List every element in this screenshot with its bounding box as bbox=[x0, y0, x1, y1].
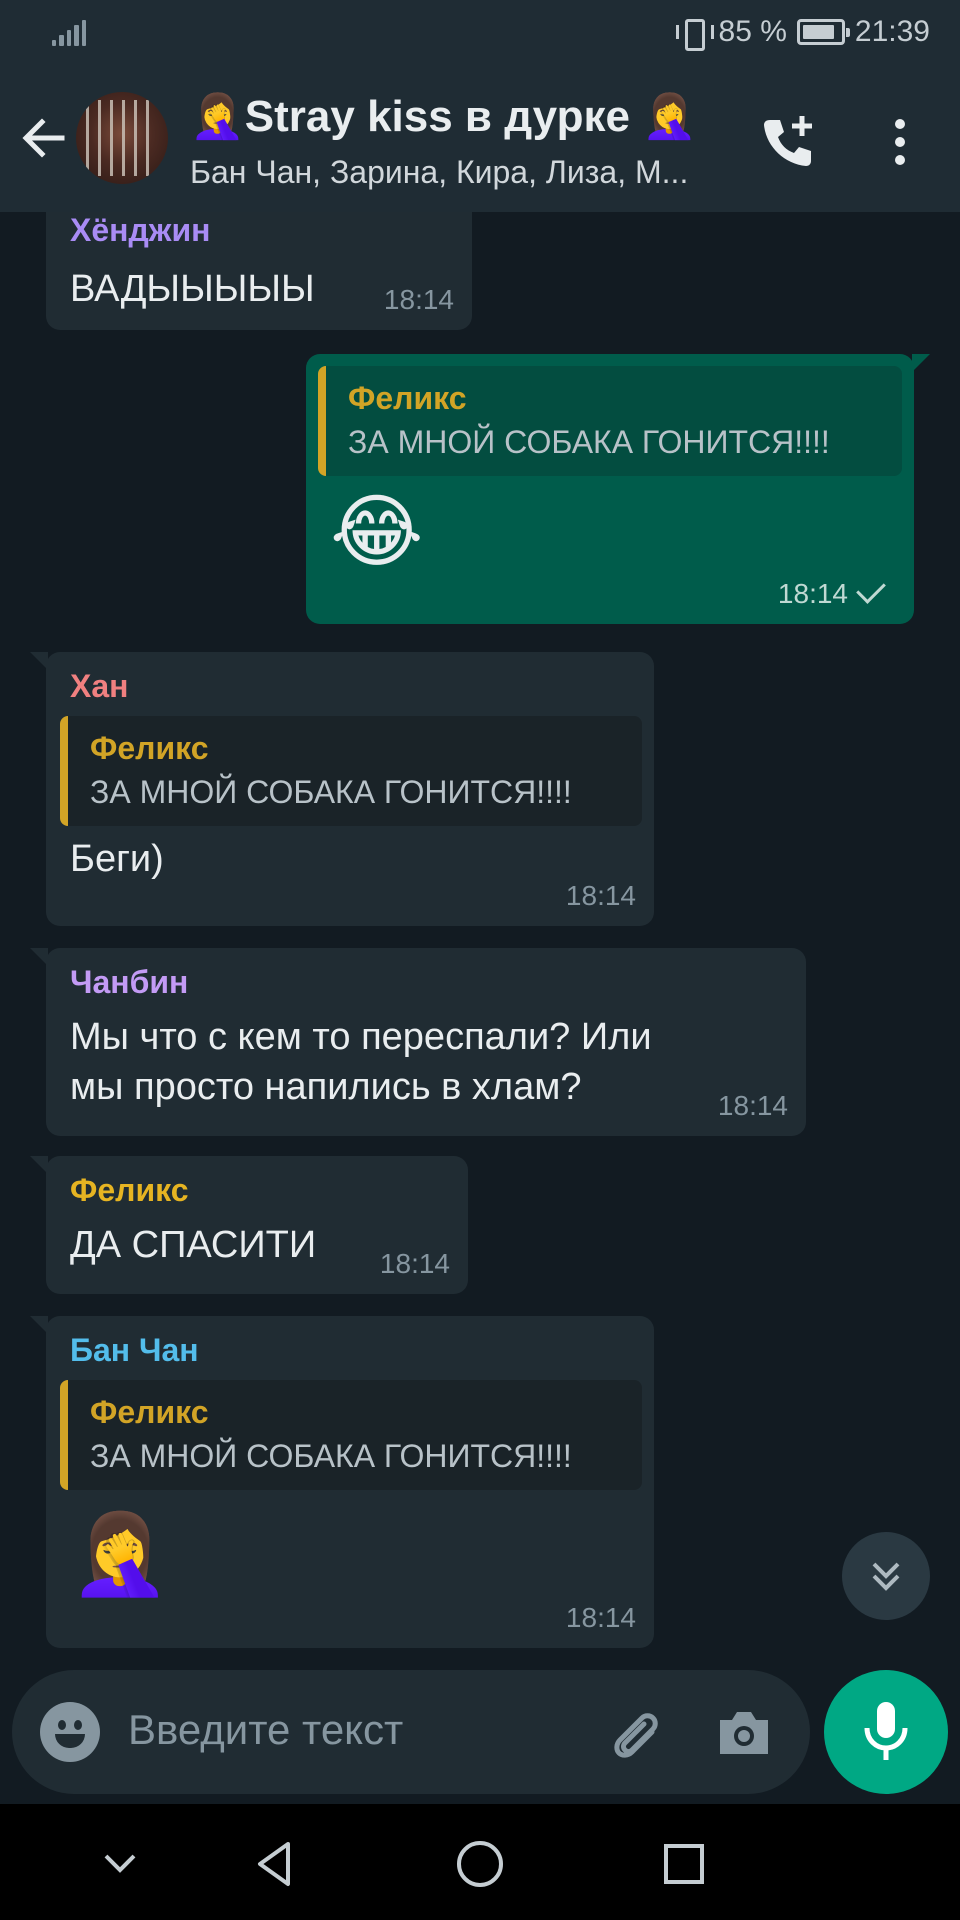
message-input[interactable]: Введите текст bbox=[128, 1706, 403, 1754]
message-text: Беги) bbox=[70, 838, 164, 880]
add-call-icon bbox=[764, 116, 812, 166]
sent-check-icon bbox=[856, 574, 886, 604]
battery-icon bbox=[796, 19, 850, 45]
message-time: 18:14 bbox=[565, 1602, 636, 1633]
signal-icon bbox=[52, 20, 87, 46]
battery-percent: 85 % bbox=[718, 15, 787, 48]
message-time: 18:14 bbox=[717, 1090, 788, 1121]
quoted-text: ЗА МНОЙ СОБАКА ГОНИТСЯ!!!! bbox=[348, 424, 830, 460]
group-avatar[interactable] bbox=[76, 92, 168, 184]
system-navigation-bar bbox=[0, 1804, 960, 1920]
circle-home-icon bbox=[457, 1841, 503, 1887]
clock: 21:39 bbox=[854, 15, 930, 48]
add-call-button[interactable] bbox=[756, 110, 820, 174]
attach-button[interactable] bbox=[602, 1702, 666, 1766]
emoji-message: 🤦‍♀️ bbox=[70, 1507, 170, 1600]
message-bubble[interactable]: Бан Чан Феликс ЗА МНОЙ СОБАКА ГОНИТСЯ!!!… bbox=[30, 1316, 654, 1648]
nav-home-button[interactable] bbox=[452, 1836, 508, 1892]
quoted-sender: Феликс bbox=[90, 730, 209, 766]
message-time: 18:14 bbox=[778, 574, 886, 610]
quoted-message[interactable]: Феликс ЗА МНОЙ СОБАКА ГОНИТСЯ!!!! bbox=[60, 1380, 642, 1490]
camera-button[interactable] bbox=[712, 1702, 776, 1766]
quoted-text: ЗА МНОЙ СОБАКА ГОНИТСЯ!!!! bbox=[90, 774, 572, 810]
square-recents-icon bbox=[664, 1844, 704, 1884]
message-bubble[interactable]: Феликс ДА СПАСИТИ 18:14 bbox=[30, 1156, 468, 1294]
message-list[interactable]: Хёнджин ВАДЫЫЫЫЫ 18:14 Феликс ЗА МНОЙ СО… bbox=[0, 212, 960, 1804]
emoji-icon bbox=[55, 1734, 85, 1748]
group-title[interactable]: 🤦‍♀️Stray kiss в дурке 🤦‍♀️ bbox=[190, 90, 750, 142]
message-time: 18:14 bbox=[565, 880, 636, 911]
message-bubble-outgoing[interactable]: Феликс ЗА МНОЙ СОБАКА ГОНИТСЯ!!!! 😂 18:1… bbox=[306, 354, 930, 624]
sender-name: Феликс bbox=[70, 1172, 189, 1208]
emoji-message: 😂 bbox=[330, 485, 424, 578]
quoted-text: ЗА МНОЙ СОБАКА ГОНИТСЯ!!!! bbox=[90, 1438, 572, 1474]
message-text-line-2: мы просто напились в хлам? bbox=[70, 1066, 582, 1108]
arrow-left-icon bbox=[22, 118, 65, 158]
nav-recents-button[interactable] bbox=[656, 1836, 712, 1892]
quoted-sender: Феликс bbox=[90, 1394, 209, 1430]
message-time: 18:14 bbox=[383, 284, 454, 315]
sender-name: Хан bbox=[70, 668, 129, 704]
vibrate-icon bbox=[675, 17, 714, 51]
emoji-button[interactable] bbox=[40, 1702, 100, 1762]
message-time: 18:14 bbox=[379, 1248, 450, 1279]
chevron-down-icon bbox=[104, 1854, 136, 1873]
sender-name: Хёнджин bbox=[70, 212, 211, 248]
status-bar: 85 % 21:39 bbox=[0, 0, 960, 64]
quoted-message[interactable]: Феликс ЗА МНОЙ СОБАКА ГОНИТСЯ!!!! bbox=[318, 366, 902, 476]
double-chevron-down-icon bbox=[872, 1562, 900, 1591]
sender-name: Чанбин bbox=[70, 964, 189, 1000]
message-bubble[interactable]: Чанбин Мы что с кем то переспали? Или мы… bbox=[30, 948, 806, 1136]
hide-keyboard-button[interactable] bbox=[92, 1836, 148, 1892]
triangle-back-icon bbox=[258, 1842, 290, 1886]
quoted-sender: Феликс bbox=[348, 380, 467, 416]
nav-back-button[interactable] bbox=[248, 1836, 304, 1892]
message-composer[interactable]: Введите текст bbox=[12, 1670, 810, 1794]
chat-header: 🤦‍♀️Stray kiss в дурке 🤦‍♀️ Бан Чан, Зар… bbox=[0, 64, 960, 212]
more-options-button[interactable] bbox=[872, 110, 928, 174]
message-text-line-1: Мы что с кем то переспали? Или bbox=[70, 1016, 652, 1058]
message-bubble[interactable]: Хёнджин ВАДЫЫЫЫЫ 18:14 bbox=[46, 212, 472, 330]
more-vert-icon bbox=[895, 119, 905, 129]
quoted-message[interactable]: Феликс ЗА МНОЙ СОБАКА ГОНИТСЯ!!!! bbox=[60, 716, 642, 826]
scroll-to-bottom-button[interactable] bbox=[842, 1532, 930, 1620]
voice-message-button[interactable] bbox=[824, 1670, 948, 1794]
sender-name: Бан Чан bbox=[70, 1332, 199, 1368]
microphone-icon bbox=[864, 1702, 908, 1760]
camera-icon bbox=[720, 1712, 768, 1754]
paperclip-icon bbox=[614, 1713, 658, 1758]
group-members[interactable]: Бан Чан, Зарина, Кира, Лиза, М... bbox=[190, 154, 730, 191]
back-button[interactable] bbox=[14, 108, 74, 168]
message-bubble[interactable]: Хан Феликс ЗА МНОЙ СОБАКА ГОНИТСЯ!!!! Бе… bbox=[30, 652, 654, 926]
